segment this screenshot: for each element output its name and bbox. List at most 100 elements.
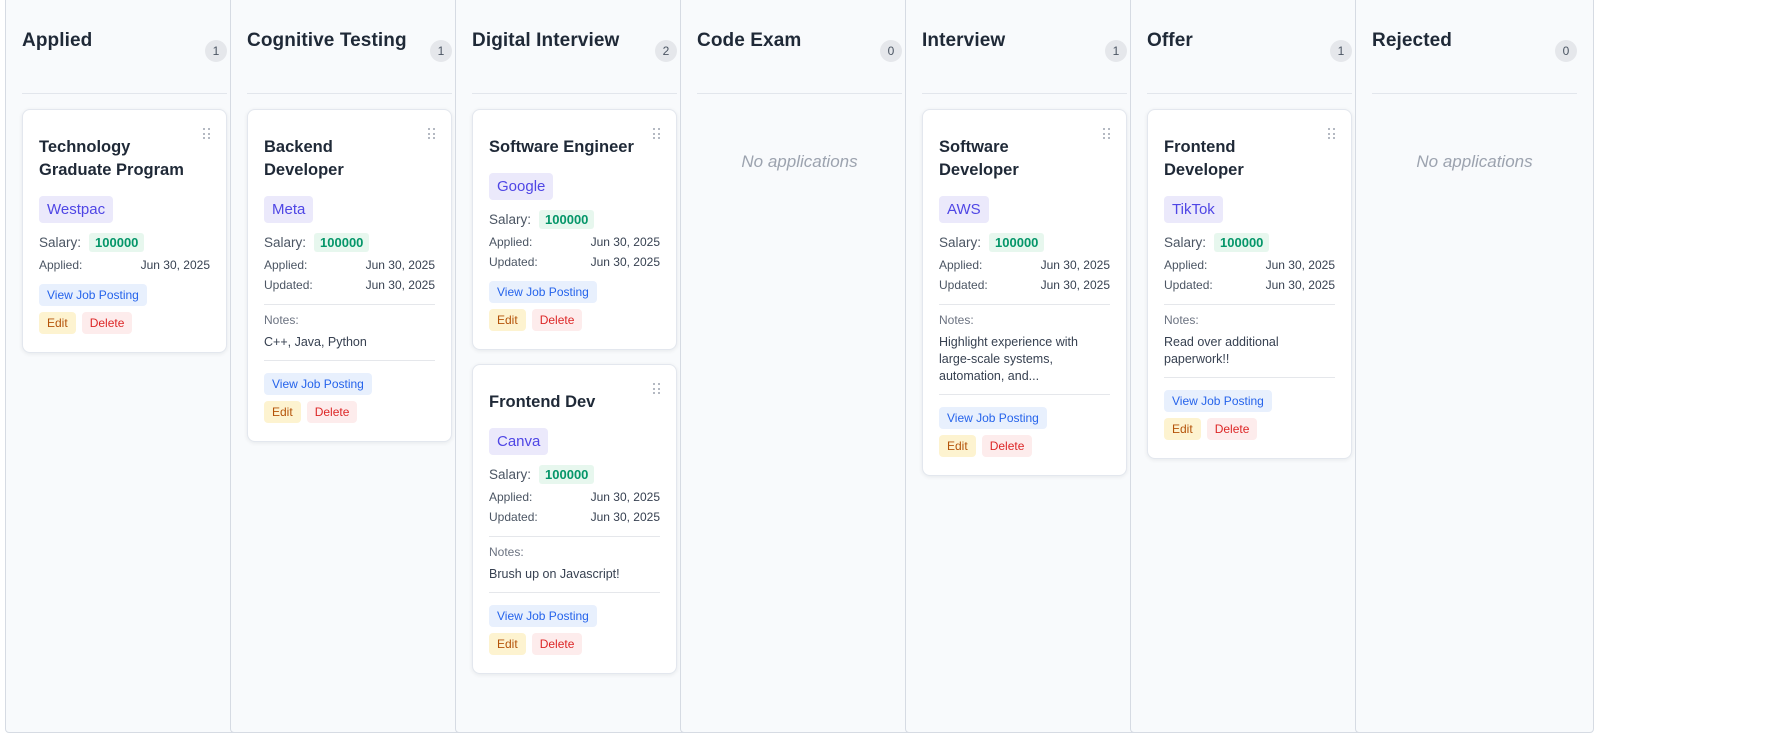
column-1: Cognitive Testing 1 Backend Developer Meta S… [230, 0, 469, 733]
drag-handle-dot [1328, 137, 1330, 140]
drag-handle-dot [1328, 132, 1330, 135]
edit-button[interactable]: Edit [39, 312, 76, 334]
salary-row: Salary: 100000 [264, 233, 435, 252]
edit-button[interactable]: Edit [489, 309, 526, 331]
column-header: Rejected 0 [1372, 0, 1577, 94]
view-job-posting-button[interactable]: View Job Posting [489, 281, 597, 303]
updated-label: Updated: [489, 510, 538, 524]
dates-block: Applied: Jun 30, 2025 Updated: Jun 30, 2025 [264, 258, 435, 292]
job-title: Frontend Dev [489, 393, 596, 411]
card-list: Backend Developer Meta Salary: 100000 Applie… [247, 94, 452, 442]
company-row: TikTok [1164, 182, 1335, 223]
column-count-badge: 1 [430, 40, 452, 62]
column-5: Offer 1 Frontend Developer TikTok Salary: 100… [1130, 0, 1369, 733]
edit-button[interactable]: Edit [264, 401, 301, 423]
applied-row: Applied: Jun 30, 2025 [264, 258, 435, 272]
view-job-posting-button[interactable]: View Job Posting [264, 373, 372, 395]
drag-handle-icon[interactable] [653, 383, 661, 395]
card-actions: View Job Posting Edit Delete [939, 407, 1110, 457]
column-count-badge: 2 [655, 40, 677, 62]
column-count-badge: 1 [205, 40, 227, 62]
kanban-board: Applied 1 Technology Graduate Program Westp… [0, 0, 1785, 737]
application-card[interactable]: Frontend Dev Canva Salary: 100000 Applied: Ju… [472, 364, 677, 674]
company-row: Westpac [39, 182, 210, 223]
view-job-posting-button[interactable]: View Job Posting [939, 407, 1047, 429]
column-6: Rejected 0 No applications [1355, 0, 1594, 733]
company-tag: TikTok [1164, 196, 1223, 223]
drag-handle-dot [1328, 128, 1330, 130]
drag-handle-icon[interactable] [1328, 128, 1336, 140]
notes-text: C++, Java, Python [264, 335, 367, 349]
updated-date: Jun 30, 2025 [590, 255, 660, 269]
view-job-posting-button[interactable]: View Job Posting [1164, 390, 1272, 412]
applied-row: Applied: Jun 30, 2025 [489, 235, 660, 249]
delete-button[interactable]: Delete [1206, 418, 1258, 440]
notes-text: Highlight experience with large-scale sy… [939, 335, 1078, 383]
view-job-posting-button[interactable]: View Job Posting [39, 284, 147, 306]
drag-handle-dot [653, 387, 655, 390]
dates-block: Applied: Jun 30, 2025 [39, 258, 210, 272]
drag-handle-icon[interactable] [203, 128, 211, 140]
applied-label: Applied: [939, 258, 983, 272]
delete-button[interactable]: Delete [981, 435, 1033, 457]
column-0: Applied 1 Technology Graduate Program Westp… [5, 0, 244, 733]
salary-label: Salary: [39, 235, 82, 250]
notes-label: Notes: [264, 313, 299, 327]
salary-value: 100000 [1214, 233, 1270, 252]
notes-text: Read over additional paperwork!! [1164, 335, 1279, 366]
salary-label: Salary: [489, 467, 532, 482]
edit-delete-row: Edit Delete [489, 633, 660, 655]
edit-button[interactable]: Edit [489, 633, 526, 655]
drag-handle-icon[interactable] [1103, 128, 1111, 140]
delete-button[interactable]: Delete [531, 309, 583, 331]
column-2: Digital Interview 2 Software Engineer Googl… [455, 0, 694, 733]
updated-label: Updated: [264, 278, 313, 292]
drag-handle-dot [428, 132, 430, 135]
company-tag: Westpac [39, 196, 114, 223]
drag-handle-dot [433, 128, 435, 130]
drag-handle-dot [1103, 137, 1105, 140]
column-title: Offer [1147, 30, 1193, 51]
application-card[interactable]: Software Developer AWS Salary: 100000 Applie… [922, 109, 1127, 476]
empty-state-text: No applications [741, 152, 858, 171]
drag-handle-icon[interactable] [653, 128, 661, 140]
salary-label: Salary: [1164, 235, 1207, 250]
delete-button[interactable]: Delete [306, 401, 358, 423]
applied-date: Jun 30, 2025 [590, 490, 660, 504]
company-row: Google [489, 159, 660, 200]
delete-button[interactable]: Delete [81, 312, 133, 334]
drag-handle-icon[interactable] [428, 128, 436, 140]
column-header: Cognitive Testing 1 [247, 0, 452, 94]
updated-row: Updated: Jun 30, 2025 [489, 255, 660, 269]
job-title: Technology Graduate Program [39, 138, 184, 179]
drag-handle-dot [658, 383, 660, 385]
column-count-badge: 0 [1555, 40, 1577, 62]
application-card[interactable]: Backend Developer Meta Salary: 100000 Applie… [247, 109, 452, 442]
applied-date: Jun 30, 2025 [1265, 258, 1335, 272]
column-title: Cognitive Testing [247, 30, 407, 51]
application-card[interactable]: Software Engineer Google Salary: 100000 Appl… [472, 109, 677, 350]
edit-delete-row: Edit Delete [264, 401, 435, 423]
column-title: Interview [922, 30, 1006, 51]
salary-value: 100000 [989, 233, 1045, 252]
column-header: Code Exam 0 [697, 0, 902, 94]
column-title: Code Exam [697, 30, 802, 51]
updated-date: Jun 30, 2025 [1265, 278, 1335, 292]
applied-date: Jun 30, 2025 [1040, 258, 1110, 272]
column-count-badge: 1 [1105, 40, 1127, 62]
edit-button[interactable]: Edit [1164, 418, 1201, 440]
salary-label: Salary: [939, 235, 982, 250]
applied-label: Applied: [1164, 258, 1208, 272]
application-card[interactable]: Frontend Developer TikTok Salary: 100000 App… [1147, 109, 1352, 459]
view-job-posting-button[interactable]: View Job Posting [489, 605, 597, 627]
applied-row: Applied: Jun 30, 2025 [489, 490, 660, 504]
salary-row: Salary: 100000 [489, 210, 660, 229]
empty-state-text: No applications [1416, 152, 1533, 171]
notes-label: Notes: [1164, 313, 1199, 327]
applied-label: Applied: [489, 490, 533, 504]
delete-button[interactable]: Delete [531, 633, 583, 655]
application-card[interactable]: Technology Graduate Program Westpac Salary… [22, 109, 227, 353]
card-list: Software Developer AWS Salary: 100000 Applie… [922, 94, 1127, 476]
job-title: Frontend Developer [1164, 138, 1244, 179]
edit-button[interactable]: Edit [939, 435, 976, 457]
